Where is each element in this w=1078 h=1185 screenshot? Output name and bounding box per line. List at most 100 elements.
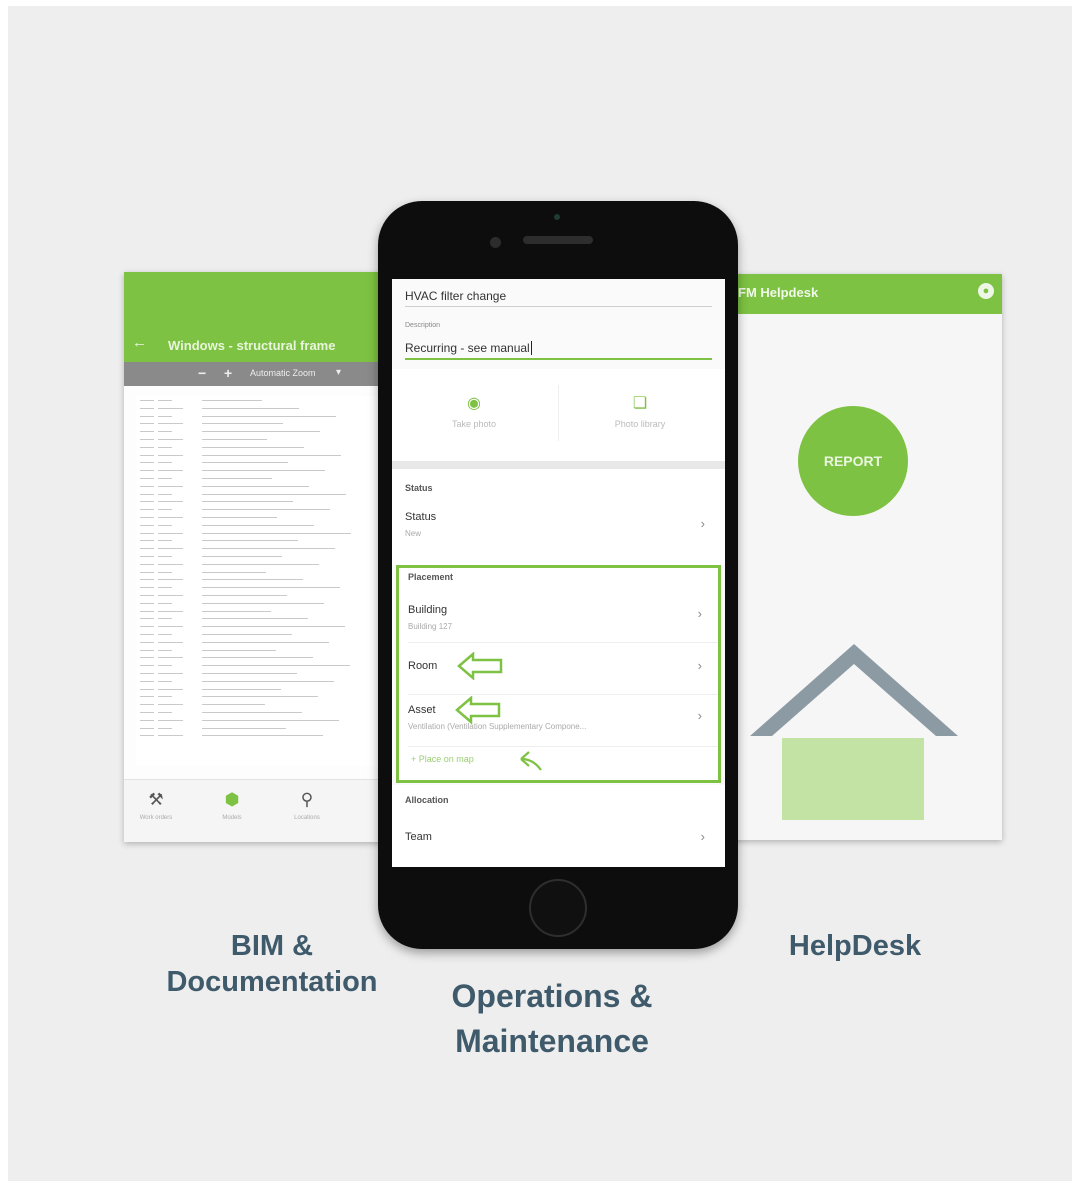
document-text-line [158, 719, 183, 721]
document-text-line [140, 563, 154, 565]
description-field-value: Recurring - see manual [405, 341, 712, 358]
document-text-line [140, 727, 154, 729]
document-text-line [140, 657, 154, 659]
document-text-line [140, 509, 154, 511]
document-text-line [158, 688, 183, 690]
document-text-line [140, 423, 154, 425]
document-text-line [140, 680, 154, 682]
document-text-line [202, 532, 351, 534]
document-text-line [202, 470, 325, 472]
document-text-line [202, 478, 272, 479]
document-text-line [202, 415, 336, 417]
take-photo-button[interactable]: ◉ Take photo [394, 393, 554, 429]
document-text-line [140, 634, 154, 635]
text-cursor [530, 341, 532, 355]
camera-icon: ◉ [467, 395, 481, 412]
document-text-line [158, 470, 183, 472]
document-text-line [202, 524, 314, 526]
document-text-line [158, 610, 183, 612]
document-text-line [158, 579, 183, 581]
description-text: Recurring - see manual [405, 341, 530, 355]
document-text-line [202, 400, 262, 401]
report-button[interactable]: REPORT [798, 406, 908, 516]
nav-item-models[interactable]: ⬢ Models [202, 790, 262, 821]
chevron-right-icon: › [697, 658, 702, 673]
document-text-line [140, 548, 154, 550]
document-text-line [140, 626, 154, 628]
helpdesk-app-screen: FM Helpdesk ● REPORT [724, 274, 1002, 840]
document-text-line [158, 712, 172, 713]
photo-library-button[interactable]: ❏ Photo library [560, 393, 720, 429]
document-text-line [202, 485, 309, 487]
home-button[interactable] [529, 879, 587, 937]
document-text-line [158, 595, 183, 596]
document-text-line [202, 618, 308, 620]
document-text-line [158, 563, 183, 565]
chevron-down-icon[interactable]: ▾ [336, 367, 341, 378]
nav-label: Models [222, 815, 242, 821]
document-text-line [140, 735, 154, 737]
document-text-line [202, 509, 330, 511]
nav-item-work-orders[interactable]: ⚒ Work orders [126, 790, 186, 821]
zoom-in-button[interactable]: + [224, 365, 232, 381]
divider [408, 746, 718, 747]
room-row[interactable]: Room › [399, 644, 718, 694]
document-text-line [140, 501, 154, 503]
bim-app-header: ← Windows - structural frame [124, 272, 394, 362]
document-text-line [140, 665, 154, 667]
zoom-out-button[interactable]: − [198, 365, 206, 381]
document-text-line [158, 735, 183, 737]
document-text-line [202, 501, 293, 503]
nav-item-locations[interactable]: ⚲ Locations [277, 790, 337, 821]
document-text-line [202, 673, 297, 674]
document-text-line [140, 688, 154, 690]
document-text-line [202, 454, 341, 456]
house-body [782, 738, 924, 820]
document-text-line [158, 501, 183, 503]
asset-row[interactable]: Asset Ventilation (Ventilation Supplemen… [399, 696, 718, 746]
status-row[interactable]: Status New › [392, 505, 725, 555]
document-text-line [140, 571, 154, 573]
bim-app-screen: ← Windows - structural frame − + Automat… [124, 272, 394, 842]
document-text-line [140, 602, 154, 604]
document-text-line [140, 696, 154, 698]
nav-label: Work orders [139, 815, 173, 821]
document-text-line [140, 400, 154, 401]
document-text-line [202, 735, 323, 737]
document-text-line [158, 446, 172, 448]
document-text-line [158, 485, 183, 487]
document-text-line [158, 680, 172, 682]
document-text-line [158, 618, 172, 620]
description-label: Description [405, 322, 441, 329]
document-text-line [158, 439, 183, 440]
house-roof [750, 644, 958, 736]
document-text-line [158, 641, 183, 643]
user-account-icon[interactable]: ● [978, 283, 994, 299]
document-text-line [140, 462, 154, 464]
description-field[interactable]: Recurring - see manual [405, 341, 712, 360]
caption-line: Operations & [451, 978, 653, 1014]
zoom-select[interactable]: Automatic Zoom [250, 368, 316, 378]
document-text-line [140, 439, 154, 440]
back-arrow-icon[interactable]: ← [132, 334, 147, 351]
document-text-line [158, 673, 183, 674]
document-text-line [202, 439, 267, 440]
document-text-line [158, 415, 172, 417]
document-text-line [140, 470, 154, 472]
team-row[interactable]: Team › [392, 815, 725, 861]
document-text-line [140, 556, 154, 557]
caption-line: Documentation [166, 966, 378, 999]
earpiece-speaker [523, 236, 593, 244]
building-row[interactable]: Building Building 127 › [399, 590, 718, 640]
document-text-line [202, 626, 345, 628]
document-text-line [158, 727, 172, 729]
building-row-value: Building 127 [408, 622, 453, 631]
document-text-line [202, 587, 340, 589]
document-viewer[interactable] [124, 386, 394, 780]
house-illustration [750, 644, 958, 820]
proximity-sensor [554, 214, 560, 220]
document-text-line [158, 517, 183, 518]
place-on-map-button[interactable]: + Place on map [411, 754, 474, 764]
bim-document-title: Windows - structural frame [168, 338, 336, 353]
title-field[interactable]: HVAC filter change [405, 289, 712, 307]
